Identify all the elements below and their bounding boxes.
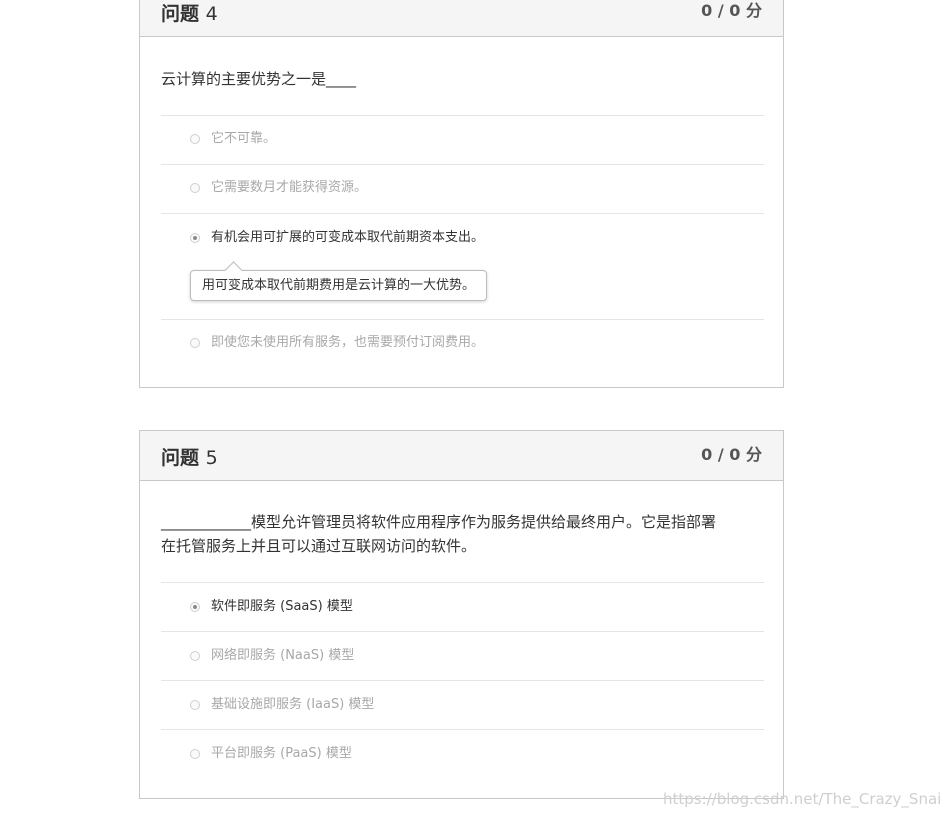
question-header: 问题 5 0 / 0 分 — [140, 431, 783, 481]
question-number: 5 — [205, 447, 218, 469]
radio-button[interactable] — [190, 700, 200, 710]
question-card-5: 问题 5 0 / 0 分 ____________模型允许管理员将软件应用程序作… — [139, 430, 784, 799]
question-prompt-line: 在托管服务上并且可以通过互联网访问的软件。 — [161, 537, 477, 555]
question-title-label: 问题 — [161, 3, 200, 25]
option-divider — [161, 729, 764, 730]
question-score: 0 / 0 分 — [701, 445, 762, 464]
option-label: 平台即服务 (PaaS) 模型 — [211, 746, 352, 761]
option-label: 网络即服务 (NaaS) 模型 — [211, 648, 355, 663]
option-divider — [161, 164, 764, 165]
option-label: 即使您未使用所有服务，也需要预付订阅费用。 — [211, 335, 485, 350]
feedback-text: 用可变成本取代前期费用是云计算的一大优势。 — [202, 278, 476, 293]
question-title-label: 问题 — [161, 447, 200, 469]
radio-button-selected[interactable] — [190, 233, 200, 243]
option-divider — [161, 631, 764, 632]
option-divider — [161, 680, 764, 681]
radio-button-selected[interactable] — [190, 602, 200, 612]
question-number: 4 — [205, 3, 218, 25]
option-label: 基础设施即服务 (IaaS) 模型 — [211, 697, 375, 712]
radio-button[interactable] — [190, 749, 200, 759]
question-score: 0 / 0 分 — [701, 1, 762, 20]
option-divider — [161, 213, 764, 214]
question-title: 问题 5 — [161, 443, 218, 470]
option-divider — [161, 115, 764, 116]
option-label: 它不可靠。 — [211, 131, 277, 146]
question-card-4: 问题 4 0 / 0 分 云计算的主要优势之一是____ 它不可靠。 它需要数月… — [139, 0, 784, 388]
radio-button[interactable] — [190, 651, 200, 661]
option-divider — [161, 319, 764, 320]
option-label: 有机会用可扩展的可变成本取代前期资本支出。 — [211, 230, 485, 245]
question-prompt-line: ____________模型允许管理员将软件应用程序作为服务提供给最终用户。它是… — [161, 513, 717, 531]
radio-button[interactable] — [190, 338, 200, 348]
option-divider — [161, 582, 764, 583]
tooltip-arrow — [224, 261, 243, 280]
option-label: 它需要数月才能获得资源。 — [211, 180, 368, 195]
option-label: 软件即服务 (SaaS) 模型 — [211, 599, 353, 614]
feedback-tooltip: 用可变成本取代前期费用是云计算的一大优势。 — [190, 261, 488, 301]
question-prompt: 云计算的主要优势之一是____ — [161, 70, 357, 88]
question-header: 问题 4 0 / 0 分 — [140, 0, 783, 37]
watermark: https://blog.csdn.net/The_Crazy_Snail — [663, 790, 942, 808]
question-prompt: ____________模型允许管理员将软件应用程序作为服务提供给最终用户。它是… — [161, 510, 761, 558]
radio-button[interactable] — [190, 134, 200, 144]
question-title: 问题 4 — [161, 0, 218, 26]
radio-button[interactable] — [190, 183, 200, 193]
